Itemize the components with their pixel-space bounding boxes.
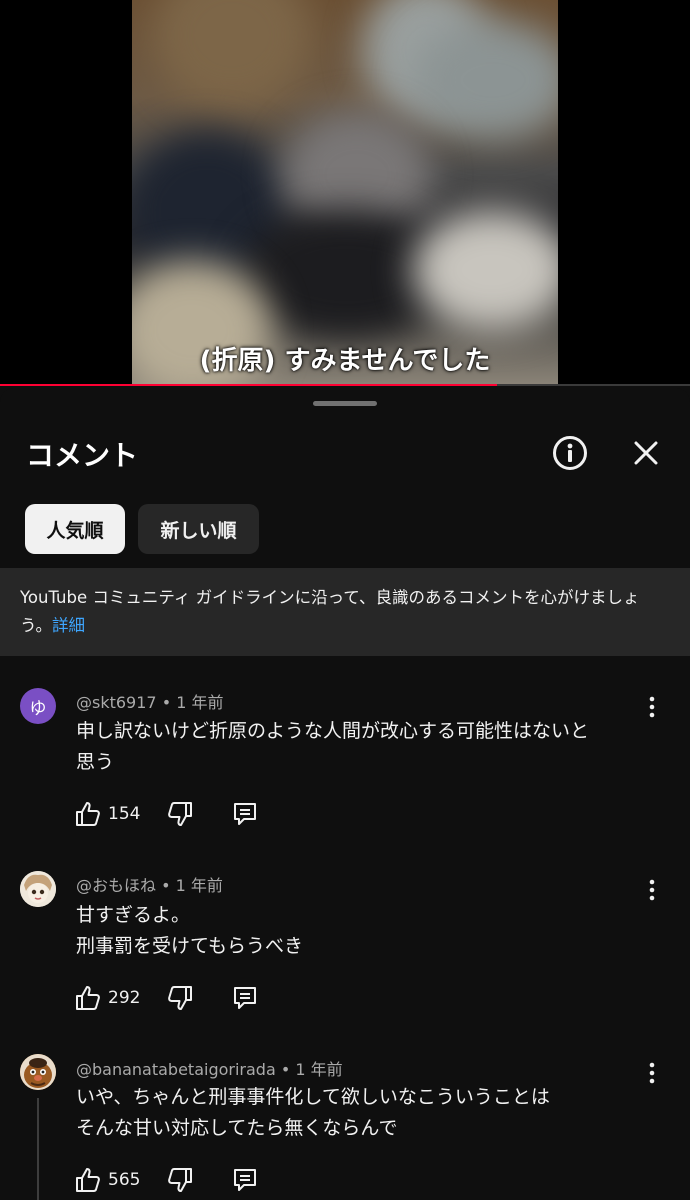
video-player[interactable]: (折原) すみませんでした	[0, 0, 690, 386]
comment-line: 思う	[76, 751, 115, 773]
comment-line: そんな甘い対応してたら無くならんで	[76, 1117, 398, 1139]
comment-line: いや、ちゃんと刑事事件化して欲しいなこういうことは	[76, 1086, 550, 1108]
avatar[interactable]	[20, 1054, 56, 1090]
comment-line: 刑事罰を受けてもらうべき	[76, 935, 304, 957]
comment-body: 申し訳ないけど折原のような人間が改心する可能性はないと 思う	[76, 716, 651, 778]
close-icon	[634, 441, 658, 465]
close-button[interactable]	[628, 435, 664, 471]
avatar-letter: ゆ	[29, 698, 47, 719]
video-frame	[132, 0, 558, 386]
panel-title: コメント	[26, 439, 139, 472]
comment-meta: @おもほね • 1 年前	[76, 876, 223, 895]
thumbs-down-icon[interactable]	[166, 1166, 194, 1194]
thumbs-up-icon[interactable]	[74, 984, 102, 1012]
video-progress-fill	[0, 384, 497, 386]
comment-author[interactable]: @おもほね	[76, 876, 156, 895]
comment-body: 甘すぎるよ。 刑事罰を受けてもらうべき	[76, 900, 651, 962]
guidelines-link[interactable]: 詳細	[52, 616, 85, 635]
sort-chip-popular[interactable]: 人気順	[25, 504, 125, 554]
video-progress-bar[interactable]	[0, 384, 690, 386]
guidelines-text: YouTube コミュニティ ガイドラインに沿って、良識のあるコメントを心がけま…	[20, 588, 640, 635]
thumbs-down-icon[interactable]	[166, 800, 194, 828]
comment-actions: 154	[74, 799, 259, 829]
comment-menu-button[interactable]	[640, 1059, 664, 1087]
comment-line: 申し訳ないけど折原のような人間が改心する可能性はないと	[76, 720, 590, 742]
like-count: 154	[108, 804, 141, 824]
thumbs-up-icon[interactable]	[74, 1166, 102, 1194]
avatar[interactable]: ゆ	[20, 688, 56, 724]
more-vert-icon	[649, 879, 655, 901]
like-count: 292	[108, 988, 141, 1008]
avatar-character-icon	[20, 871, 56, 907]
more-vert-icon	[649, 1062, 655, 1084]
thumbs-down-icon[interactable]	[166, 984, 194, 1012]
reply-icon[interactable]	[231, 1166, 259, 1194]
avatar[interactable]	[20, 871, 56, 907]
comment-actions: 565	[74, 1165, 259, 1195]
comment-time: 1 年前	[295, 1060, 343, 1079]
reply-icon[interactable]	[231, 984, 259, 1012]
comment-author[interactable]: @bananatabetaigorirada	[76, 1060, 276, 1079]
comment-time: 1 年前	[175, 876, 223, 895]
sort-chip-newest[interactable]: 新しい順	[138, 504, 259, 554]
thumbs-up-icon[interactable]	[74, 800, 102, 828]
comment-menu-button[interactable]	[640, 693, 664, 721]
comment-body: いや、ちゃんと刑事事件化して欲しいなこういうことは そんな甘い対応してたら無くな…	[76, 1082, 651, 1144]
comment-meta: @skt6917 • 1 年前	[76, 693, 224, 712]
panel-drag-handle[interactable]	[313, 401, 377, 406]
comment-line: 甘すぎるよ。	[76, 904, 191, 926]
community-guidelines-banner: YouTube コミュニティ ガイドラインに沿って、良識のあるコメントを心がけま…	[0, 568, 690, 656]
comment-meta: @bananatabetaigorirada • 1 年前	[76, 1060, 343, 1079]
video-subtitle: (折原) すみませんでした	[199, 346, 491, 376]
comment-author[interactable]: @skt6917	[76, 693, 157, 712]
reply-icon[interactable]	[231, 800, 259, 828]
comment-menu-button[interactable]	[640, 876, 664, 904]
avatar-character-icon	[20, 1054, 56, 1090]
comment-actions: 292	[74, 983, 259, 1013]
like-count: 565	[108, 1170, 141, 1190]
info-button[interactable]	[552, 435, 588, 471]
info-icon	[553, 436, 587, 470]
more-vert-icon	[649, 696, 655, 718]
reply-thread-line	[37, 1098, 39, 1200]
comment-time: 1 年前	[176, 693, 224, 712]
